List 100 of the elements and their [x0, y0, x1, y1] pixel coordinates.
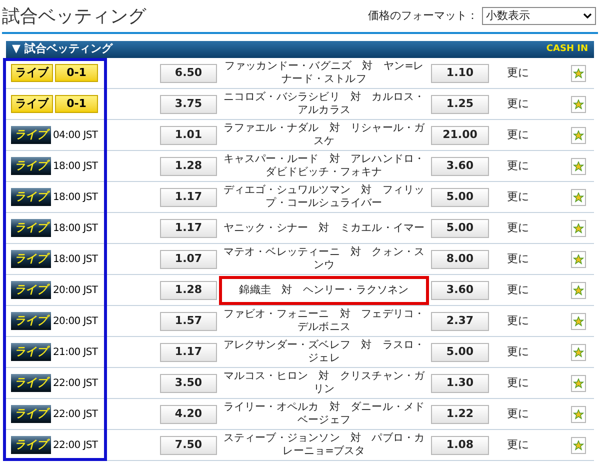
odds-button[interactable]: 21.00 [431, 126, 489, 144]
odds-button[interactable]: 1.57 [160, 312, 217, 330]
odds-button[interactable]: 3.75 [160, 94, 217, 114]
favorite-button[interactable] [571, 374, 586, 392]
start-time: 22:00 JST [53, 408, 98, 422]
start-time: 18:00 JST [53, 222, 98, 236]
start-time: 18:00 JST [53, 190, 98, 204]
odds-button[interactable]: 1.22 [431, 404, 489, 424]
odds-button[interactable]: 1.17 [160, 342, 217, 362]
favorite-button[interactable] [571, 220, 586, 236]
favorite-button[interactable] [571, 250, 586, 268]
more-link[interactable]: 更に [507, 344, 529, 360]
match-name[interactable]: ヤニック・シナー 対 ミカエル・イマー [219, 222, 429, 234]
star-icon [573, 98, 584, 110]
odds-button[interactable]: 7.50 [160, 436, 217, 454]
match-name[interactable]: ファッカンドー・バグニズ 対 ヤン=レナード・ストルフ [219, 60, 429, 86]
star-icon [573, 192, 584, 202]
favorite-button[interactable] [571, 344, 586, 360]
match-name[interactable]: ファビオ・フォニーニ 対 フェデリコ・デルボニス [219, 308, 429, 334]
live-badge: ライブ [11, 343, 51, 361]
page-title: 試合ベッティング [2, 4, 146, 28]
odds-button[interactable]: 1.07 [160, 250, 217, 268]
live-badge: ライブ [11, 312, 51, 330]
more-link[interactable]: 更に [507, 406, 529, 422]
live-badge: ライブ [11, 126, 51, 144]
odds-button[interactable]: 1.25 [431, 94, 489, 114]
match-name[interactable]: マテオ・ベレッティーニ 対 クォン・スンウ [219, 246, 429, 272]
live-badge: ライブ [11, 436, 51, 454]
more-link[interactable]: 更に [507, 126, 529, 144]
price-format-label: 価格のフォーマット： [368, 8, 478, 24]
live-badge: ライブ [11, 250, 51, 268]
match-name[interactable]: ライリー・オペルカ 対 ダニール・メドベージェフ [219, 401, 429, 427]
start-time: 18:00 JST [53, 252, 98, 266]
star-icon [573, 346, 584, 358]
more-link[interactable]: 更に [507, 220, 529, 236]
favorite-button[interactable] [571, 282, 586, 298]
odds-button[interactable]: 5.00 [431, 188, 489, 206]
odds-button[interactable]: 3.50 [160, 374, 217, 392]
odds-button[interactable]: 3.60 [431, 156, 489, 176]
star-icon [573, 254, 584, 264]
favorite-button[interactable] [571, 188, 586, 206]
start-time: 20:00 JST [53, 314, 98, 328]
odds-button[interactable]: 3.60 [431, 280, 489, 300]
live-badge: ライブ [11, 188, 51, 206]
odds-button[interactable]: 1.10 [431, 64, 489, 82]
match-name[interactable]: ディエゴ・シュワルツマン 対 フィリップ・コールシュライバー [219, 184, 429, 210]
match-name[interactable]: マルコス・ヒロン 対 クリスチャン・ガリン [219, 370, 429, 396]
odds-button[interactable]: 8.00 [431, 250, 489, 268]
live-badge: ライブ [11, 95, 53, 113]
price-format-select[interactable]: 小数表示 [482, 7, 596, 25]
start-time: 21:00 JST [53, 346, 98, 360]
match-name[interactable]: スティーブ・ジョンソン 対 パブロ・カレーニョ=ブスタ [219, 432, 429, 458]
more-link[interactable]: 更に [507, 96, 529, 112]
section-header[interactable]: ▼ 試合ベッティング CASH IN [6, 41, 594, 58]
more-link[interactable]: 更に [507, 64, 529, 82]
more-link[interactable]: 更に [507, 250, 529, 268]
live-badge: ライブ [11, 281, 51, 299]
odds-button[interactable]: 6.50 [160, 64, 217, 82]
score-badge: 0-1 [55, 95, 98, 113]
odds-button[interactable]: 2.37 [431, 312, 489, 330]
odds-button[interactable]: 1.30 [431, 374, 489, 392]
live-badge: ライブ [11, 219, 51, 237]
odds-button[interactable]: 1.17 [160, 218, 217, 238]
odds-button[interactable]: 5.00 [431, 218, 489, 238]
star-icon [573, 316, 584, 326]
odds-button[interactable]: 1.08 [431, 436, 489, 454]
odds-button[interactable]: 1.01 [160, 126, 217, 144]
start-time: 20:00 JST [53, 284, 98, 298]
star-icon [573, 160, 584, 172]
more-link[interactable]: 更に [507, 282, 529, 298]
favorite-button[interactable] [571, 312, 586, 330]
cash-in-label: CASH IN [546, 42, 588, 56]
odds-button[interactable]: 1.17 [160, 188, 217, 206]
live-badge: ライブ [11, 64, 53, 82]
match-name[interactable]: 錦織圭 対 ヘンリー・ラクソネン [219, 276, 429, 304]
more-link[interactable]: 更に [507, 436, 529, 454]
odds-button[interactable]: 5.00 [431, 342, 489, 362]
more-link[interactable]: 更に [507, 312, 529, 330]
match-name[interactable]: ラファエル・ナダル 対 リシャール・ガスケ [219, 122, 429, 148]
favorite-button[interactable] [571, 96, 586, 112]
start-time: 22:00 JST [53, 376, 98, 390]
more-link[interactable]: 更に [507, 158, 529, 174]
odds-button[interactable]: 4.20 [160, 404, 217, 424]
star-icon [573, 284, 584, 296]
match-name[interactable]: アレクサンダー・ズベレフ 対 ラスロ・ジェレ [219, 339, 429, 365]
star-icon [573, 440, 584, 450]
favorite-button[interactable] [571, 436, 586, 454]
favorite-button[interactable] [571, 406, 586, 422]
odds-button[interactable]: 1.28 [160, 156, 217, 176]
favorite-button[interactable] [571, 158, 586, 174]
more-link[interactable]: 更に [507, 188, 529, 206]
live-badge: ライブ [11, 157, 51, 175]
match-name[interactable]: ニコロズ・バシラシビリ 対 カルロス・アルカラス [219, 91, 429, 117]
match-name[interactable]: キャスパー・ルード 対 アレハンドロ・ダビドビッチ・フォキナ [219, 153, 429, 179]
favorite-button[interactable] [571, 64, 586, 82]
start-time: 22:00 JST [53, 438, 98, 452]
more-link[interactable]: 更に [507, 374, 529, 392]
odds-button[interactable]: 1.28 [160, 280, 217, 300]
star-icon [573, 222, 584, 234]
favorite-button[interactable] [571, 126, 586, 144]
